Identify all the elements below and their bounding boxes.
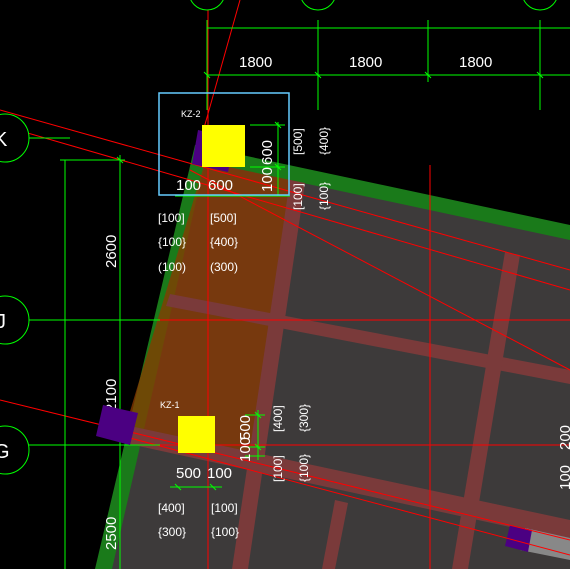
kz1-row2-right: {100} — [211, 525, 239, 539]
axis-label-j: J — [0, 311, 6, 333]
axis-bubble-top-1 — [190, 0, 224, 11]
kz1-dim-500-right: 500 — [237, 415, 254, 440]
left-dim-2600: 2600 — [103, 235, 120, 268]
kz2-vert-100-sq: [100] — [291, 183, 305, 210]
kz1-vert-100-br: {100} — [297, 454, 311, 482]
right-dim-200: 200 — [557, 425, 570, 450]
kz2-row2-left: {100} — [158, 235, 186, 249]
kz1-row2-left: {300} — [158, 525, 186, 539]
kz1-dim-500-bottom: 500 — [176, 465, 201, 482]
kz2-vert-500: [500] — [291, 128, 305, 155]
kz2-tag: KZ-2 — [181, 109, 201, 119]
kz1-dim-100-right: 100 — [237, 437, 254, 462]
kz1-vert-300: {300} — [297, 404, 311, 432]
kz2-row2-right: {400} — [210, 235, 238, 249]
left-dim-2500: 2500 — [103, 517, 120, 550]
top-dim-1: 1800 — [239, 54, 272, 71]
top-dim-2: 1800 — [349, 54, 382, 71]
kz1-tag: KZ-1 — [160, 400, 180, 410]
right-dim-100: 100 — [557, 465, 570, 490]
kz1-vert-400: [400] — [271, 405, 285, 432]
kz2-row1-right: [500] — [210, 211, 237, 225]
kz1-column[interactable] — [178, 416, 215, 453]
axis-label-g: G — [0, 441, 10, 463]
kz2-dim-100-left: 100 — [176, 177, 201, 194]
kz2-row3-left: (100) — [158, 260, 186, 274]
top-dim-3: 1800 — [459, 54, 492, 71]
kz1-vert-100-sq: [100] — [271, 455, 285, 482]
axis-label-k: K — [0, 129, 8, 151]
kz2-row3-right: (300) — [210, 260, 238, 274]
axis-bubble-top-2 — [301, 0, 335, 11]
kz2-vert-100-br: {100} — [317, 182, 331, 210]
kz1-row1-right: [100] — [211, 501, 238, 515]
kz2-row1-left: [100] — [158, 211, 185, 225]
kz2-dim-100-right: 100 — [259, 167, 276, 192]
kz2-vert-400: {400} — [317, 127, 331, 155]
axis-bubble-top-3 — [523, 0, 557, 11]
kz2-column[interactable] — [202, 125, 245, 167]
kz1-dim-100-bottom: 100 — [207, 465, 232, 482]
kz2-dim-600-right: 600 — [259, 140, 276, 165]
kz1-row1-left: [400] — [158, 501, 185, 515]
cad-plan-canvas[interactable]: K J G 1800 1800 1800 2600 2100 2500 200 … — [0, 0, 570, 569]
kz2-dim-600-bottom: 600 — [208, 177, 233, 194]
